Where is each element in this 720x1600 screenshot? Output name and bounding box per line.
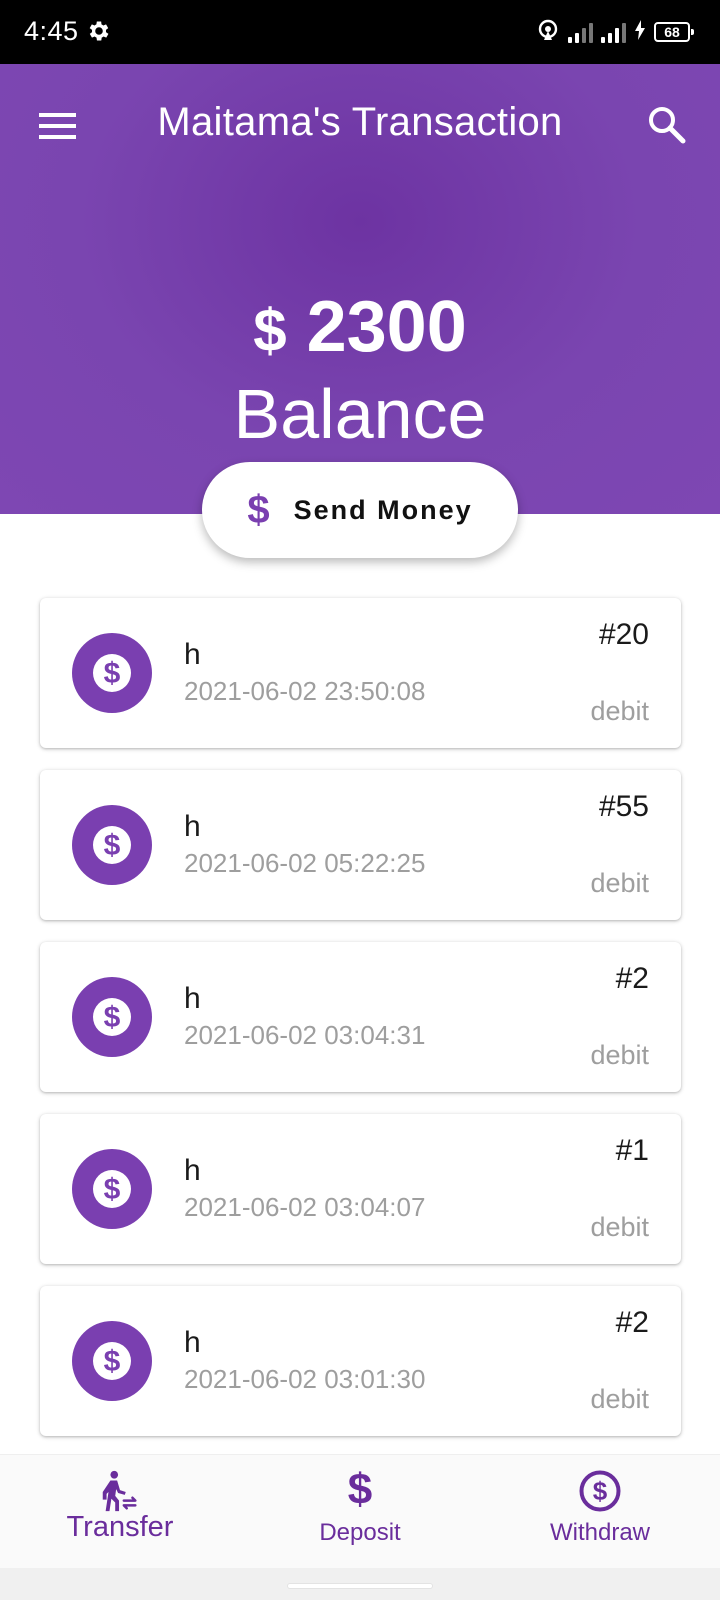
transaction-card[interactable]: $ h 2021-06-02 05:22:25 #55 debit bbox=[40, 770, 681, 920]
transaction-type: debit bbox=[590, 1384, 649, 1414]
transaction-id: #2 bbox=[615, 962, 649, 995]
transaction-type: debit bbox=[590, 868, 649, 898]
balance-value: 2300 bbox=[306, 287, 467, 367]
status-time: 4:45 bbox=[24, 16, 79, 46]
transaction-type: debit bbox=[590, 1040, 649, 1070]
nav-deposit-label: Deposit bbox=[319, 1519, 401, 1546]
nav-withdraw-label: Withdraw bbox=[549, 1519, 651, 1546]
signal-icon bbox=[601, 21, 626, 43]
send-money-button[interactable]: $ Send Money bbox=[202, 462, 518, 558]
transaction-name: h bbox=[184, 982, 201, 1015]
transaction-date: 2021-06-02 03:01:30 bbox=[184, 1364, 426, 1394]
transaction-name: h bbox=[184, 810, 201, 843]
dollar-circle-icon: $ bbox=[72, 977, 152, 1057]
transaction-name: h bbox=[184, 1154, 201, 1187]
bottom-navigation: Transfer $ Deposit $ Withdraw bbox=[0, 1454, 720, 1568]
svg-text:$: $ bbox=[104, 657, 121, 690]
page-title: Maitama's Transaction bbox=[157, 100, 563, 144]
battery-icon: 68 bbox=[654, 22, 694, 42]
nav-transfer-label: Transfer bbox=[66, 1511, 174, 1543]
transaction-id: #55 bbox=[598, 790, 649, 823]
transaction-id: #2 bbox=[615, 1306, 649, 1339]
transaction-card[interactable]: $ h 2021-06-02 03:04:07 #1 debit bbox=[40, 1114, 681, 1264]
nav-transfer[interactable]: Transfer bbox=[40, 1455, 200, 1569]
transaction-card[interactable]: $ h 2021-06-02 03:04:31 #2 debit bbox=[40, 942, 681, 1092]
svg-text:$: $ bbox=[104, 1173, 121, 1206]
transaction-date: 2021-06-02 05:22:25 bbox=[184, 848, 426, 878]
dollar-icon: $ bbox=[247, 487, 270, 532]
nav-withdraw[interactable]: $ Withdraw bbox=[520, 1455, 680, 1569]
svg-text:$: $ bbox=[104, 829, 121, 862]
transaction-id: #20 bbox=[598, 618, 649, 651]
nav-deposit[interactable]: $ Deposit bbox=[280, 1455, 440, 1569]
gear-icon bbox=[86, 18, 112, 44]
charging-icon bbox=[634, 19, 646, 45]
app-screen: 4:45 68 Maitama's Transaction $ 2300 Bal… bbox=[0, 0, 720, 1600]
dollar-circle-icon: $ bbox=[578, 1469, 622, 1518]
balance-amount: $2300 bbox=[0, 286, 720, 368]
signal-icon bbox=[568, 21, 593, 43]
hotspot-icon bbox=[536, 18, 560, 47]
balance-label: Balance bbox=[233, 375, 487, 453]
transaction-date: 2021-06-02 23:50:08 bbox=[184, 676, 426, 706]
dollar-circle-icon: $ bbox=[72, 1149, 152, 1229]
transaction-date: 2021-06-02 03:04:31 bbox=[184, 1020, 426, 1050]
balance-header: Maitama's Transaction $2300 Balance bbox=[0, 64, 720, 514]
transaction-type: debit bbox=[590, 1212, 649, 1242]
svg-text:$: $ bbox=[593, 1476, 608, 1506]
transaction-name: h bbox=[184, 638, 201, 671]
send-money-label: Send Money bbox=[293, 494, 473, 525]
transaction-card[interactable]: $ h 2021-06-02 03:01:30 #2 debit bbox=[40, 1286, 681, 1436]
transaction-id: #1 bbox=[615, 1134, 649, 1167]
dollar-circle-icon: $ bbox=[72, 805, 152, 885]
transaction-name: h bbox=[184, 1326, 201, 1359]
svg-text:$: $ bbox=[104, 1001, 121, 1034]
gesture-handle[interactable] bbox=[288, 1584, 432, 1588]
dollar-circle-icon: $ bbox=[72, 633, 152, 713]
balance-currency: $ bbox=[253, 297, 287, 364]
transaction-date: 2021-06-02 03:04:07 bbox=[184, 1192, 426, 1222]
search-button[interactable] bbox=[642, 100, 694, 152]
status-indicators: 68 bbox=[536, 18, 694, 47]
status-bar: 4:45 68 bbox=[0, 0, 720, 64]
search-icon bbox=[649, 107, 686, 144]
transaction-type: debit bbox=[590, 696, 649, 726]
dollar-icon: $ bbox=[347, 1465, 373, 1514]
gesture-bar-area bbox=[0, 1568, 720, 1600]
dollar-circle-icon: $ bbox=[72, 1321, 152, 1401]
svg-text:$: $ bbox=[104, 1345, 121, 1378]
transaction-card[interactable]: $ h 2021-06-02 23:50:08 #20 debit bbox=[40, 598, 681, 748]
